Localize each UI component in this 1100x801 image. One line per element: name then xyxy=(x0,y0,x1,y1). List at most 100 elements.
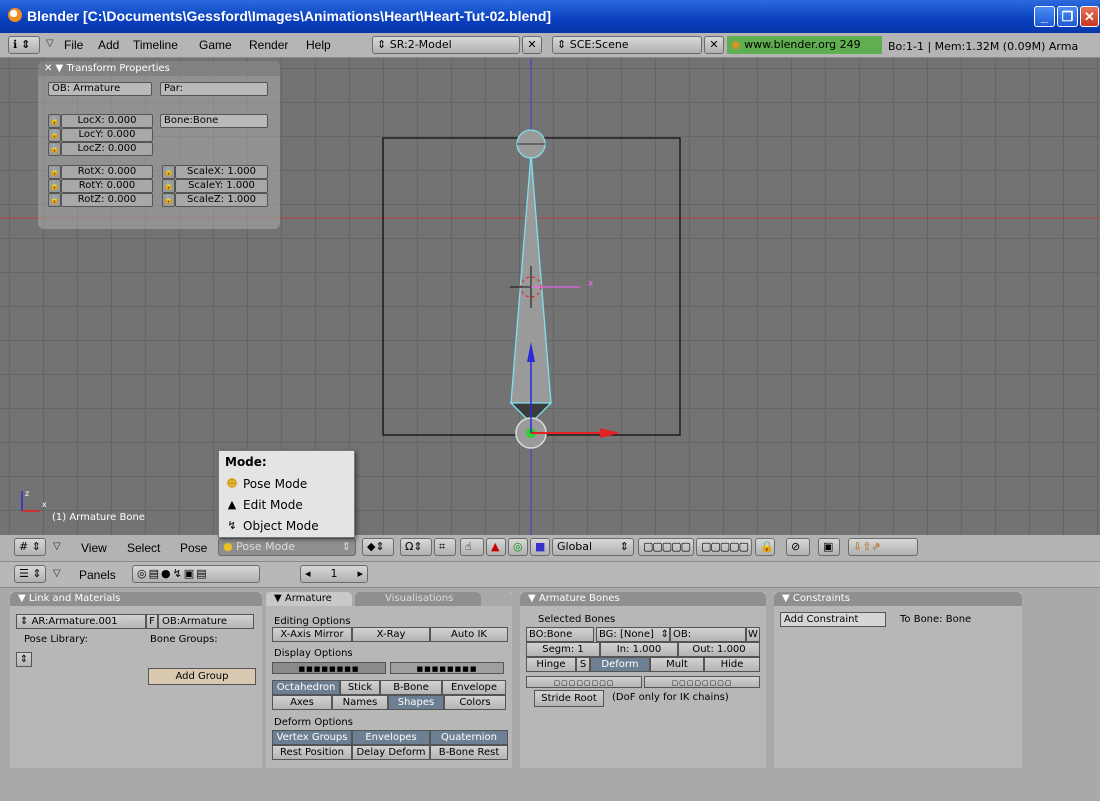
rotx-field[interactable]: RotX: 0.000 xyxy=(61,165,153,179)
menu-game[interactable]: Game xyxy=(199,38,232,52)
envelope-button[interactable]: Envelope xyxy=(442,680,506,695)
scale-manipulator-icon[interactable]: ■ xyxy=(530,538,550,556)
octahedron-button[interactable]: Octahedron xyxy=(272,680,340,695)
bone-layers-2[interactable]: ▢▢▢▢▢▢▢▢ xyxy=(644,676,760,688)
x-axis-mirror-button[interactable]: X-Axis Mirror xyxy=(272,627,352,642)
panel-header[interactable]: ▼ Armature Bones xyxy=(520,592,766,606)
panel-header[interactable]: ✕ ▼ Transform Properties xyxy=(38,61,280,76)
draw-type-button[interactable]: ◆⇕ xyxy=(362,538,394,556)
bone-layers-1[interactable]: ▢▢▢▢▢▢▢▢ xyxy=(526,676,642,688)
minimize-button[interactable]: _ xyxy=(1034,6,1055,27)
pivot-button[interactable]: Ω⇕ xyxy=(400,538,432,556)
locy-field[interactable]: LocY: 0.000 xyxy=(61,128,153,142)
delete-screen-button[interactable]: ✕ xyxy=(522,36,542,54)
colors-button[interactable]: Colors xyxy=(444,695,506,710)
menu-pose[interactable]: Pose xyxy=(180,541,207,555)
layer-buttons-2[interactable]: ■■■■■■■■ xyxy=(390,662,504,674)
shapes-button[interactable]: Shapes xyxy=(388,695,444,710)
add-group-button[interactable]: Add Group xyxy=(148,668,256,685)
auto-ik-button[interactable]: Auto IK xyxy=(430,627,508,642)
proportional-edit-icon[interactable]: ⊘ xyxy=(786,538,810,556)
lock-icon[interactable]: 🔒 xyxy=(48,114,61,128)
lock-icon[interactable]: 🔒 xyxy=(162,193,175,207)
vertex-groups-button[interactable]: Vertex Groups xyxy=(272,730,352,745)
frame-field[interactable]: ◂ 1 ▸ xyxy=(300,565,368,583)
armature-data-field[interactable]: ⇕ AR:Armature.001 xyxy=(16,614,146,629)
panels-label[interactable]: Panels xyxy=(79,568,116,582)
translate-manipulator-icon[interactable]: ▲ xyxy=(486,538,506,556)
lock-icon[interactable]: 🔒 xyxy=(48,179,61,193)
layer-buttons-1[interactable]: ■■■■■■■■ xyxy=(272,662,386,674)
menu-timeline[interactable]: Timeline xyxy=(133,38,178,52)
ease-out-field[interactable]: Out: 1.000 xyxy=(678,642,760,657)
tab-visualisations[interactable]: Visualisations xyxy=(355,592,482,606)
arrow-left-icon[interactable]: ◂ xyxy=(305,566,311,582)
editor-type-button[interactable]: # ⇕ xyxy=(14,538,46,556)
scene-selector[interactable]: ⇕ SCE:Scene xyxy=(552,36,702,54)
quaternion-button[interactable]: Quaternion xyxy=(430,730,508,745)
scaley-field[interactable]: ScaleY: 1.000 xyxy=(175,179,268,193)
bbone-button[interactable]: B-Bone xyxy=(380,680,442,695)
layer-buttons-1[interactable]: ▢▢▢▢▢ xyxy=(638,538,694,556)
s-button[interactable]: S xyxy=(576,657,590,672)
mode-selector[interactable]: ● Pose Mode ⇕ xyxy=(218,538,356,556)
bone-group-field[interactable]: BG: [None] ⇕ xyxy=(596,627,670,642)
axes-button[interactable]: Axes xyxy=(272,695,332,710)
collapse-menu-icon[interactable]: ▽ xyxy=(53,568,61,579)
panel-header[interactable]: ▼ Constraints xyxy=(774,592,1022,606)
close-panel-icon[interactable]: ✕ ▼ xyxy=(44,63,66,74)
orientation-selector[interactable]: Global ⇕ xyxy=(552,538,634,556)
collapse-menu-icon[interactable]: ▽ xyxy=(46,38,54,49)
bone-object-field[interactable]: OB: xyxy=(670,627,746,642)
maximize-button[interactable]: ❐ xyxy=(1057,6,1078,27)
envelopes-button[interactable]: Envelopes xyxy=(352,730,430,745)
rest-position-button[interactable]: Rest Position xyxy=(272,745,352,760)
lock-icon[interactable]: 🔒 xyxy=(48,128,61,142)
render-icon[interactable]: ▣ xyxy=(818,538,840,556)
close-button[interactable]: ✕ xyxy=(1080,6,1099,27)
menu-add[interactable]: Add xyxy=(98,38,119,52)
scalex-field[interactable]: ScaleX: 1.000 xyxy=(175,165,268,179)
hinge-button[interactable]: Hinge xyxy=(526,657,576,672)
lock-icon[interactable]: 🔒 xyxy=(48,142,61,156)
snap-button[interactable]: ⌗ xyxy=(434,538,456,556)
bone-name-field[interactable]: BO:Bone xyxy=(526,627,594,642)
lock-icon[interactable]: 🔒 xyxy=(162,179,175,193)
segments-field[interactable]: Segm: 1 xyxy=(526,642,600,657)
object-name-field[interactable]: OB: Armature xyxy=(48,82,152,96)
lock-layers-icon[interactable]: 🔒 xyxy=(755,538,775,556)
blender-url-link[interactable]: ◉ www.blender.org 249 xyxy=(727,36,882,54)
roty-field[interactable]: RotY: 0.000 xyxy=(61,179,153,193)
editor-type-button[interactable]: ℹ ⇕ xyxy=(8,36,40,54)
fake-user-button[interactable]: F xyxy=(146,614,158,629)
x-ray-button[interactable]: X-Ray xyxy=(352,627,430,642)
layer-buttons-2[interactable]: ▢▢▢▢▢ xyxy=(696,538,752,556)
pose-copy-paste-icons[interactable]: ⇩⇧⇗ xyxy=(848,538,918,556)
menu-item-edit-mode[interactable]: ▲ Edit Mode xyxy=(223,496,351,514)
lock-icon[interactable]: 🔒 xyxy=(162,165,175,179)
hide-button[interactable]: Hide xyxy=(704,657,760,672)
locx-field[interactable]: LocX: 0.000 xyxy=(61,114,153,128)
menu-item-pose-mode[interactable]: ☻ Pose Mode xyxy=(223,475,351,493)
mult-button[interactable]: Mult xyxy=(650,657,704,672)
bbone-rest-button[interactable]: B-Bone Rest xyxy=(430,745,508,760)
manipulator-toggle[interactable]: ☝ xyxy=(460,538,484,556)
stride-root-button[interactable]: Stride Root xyxy=(534,690,604,707)
parent-field[interactable]: Par: xyxy=(160,82,268,96)
add-constraint-button[interactable]: Add Constraint xyxy=(780,612,886,627)
ease-in-field[interactable]: In: 1.000 xyxy=(600,642,678,657)
menu-item-object-mode[interactable]: ↯ Object Mode xyxy=(223,517,351,535)
stick-button[interactable]: Stick xyxy=(340,680,380,695)
pose-library-menu[interactable]: ⇕ xyxy=(16,652,32,667)
delete-scene-button[interactable]: ✕ xyxy=(704,36,724,54)
tab-armature[interactable]: ▼ Armature xyxy=(266,592,352,606)
names-button[interactable]: Names xyxy=(332,695,388,710)
menu-help[interactable]: Help xyxy=(306,38,331,52)
menu-select[interactable]: Select xyxy=(127,541,160,555)
bone-name-field[interactable]: Bone:Bone xyxy=(160,114,268,128)
w-button[interactable]: W xyxy=(746,627,760,642)
editor-type-button[interactable]: ☰ ⇕ xyxy=(14,565,46,583)
context-buttons[interactable]: ◎▤●↯▣▤ xyxy=(132,565,260,583)
panel-header[interactable]: ▼ Link and Materials xyxy=(10,592,262,606)
collapse-menu-icon[interactable]: ▽ xyxy=(53,541,61,552)
